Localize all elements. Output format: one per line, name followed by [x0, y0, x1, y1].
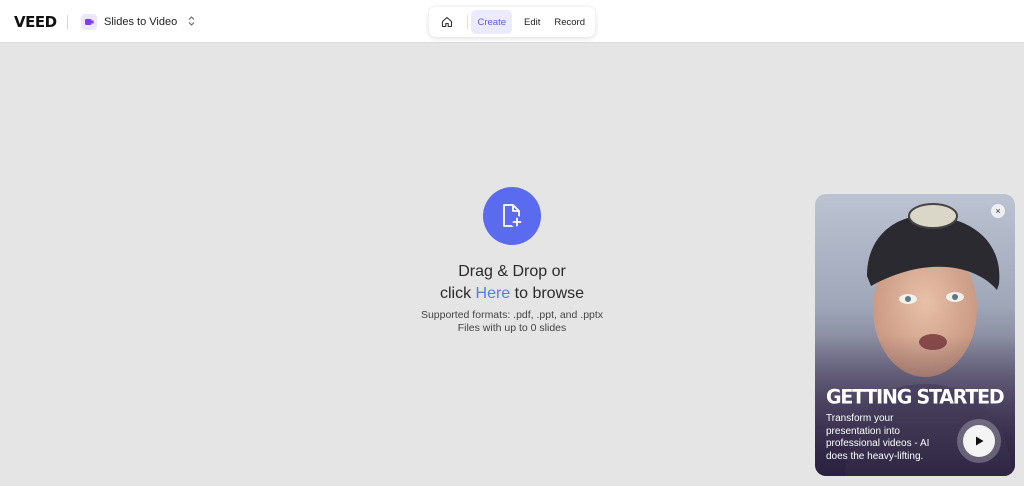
drop-prefix: click: [439, 285, 472, 302]
veed-logo[interactable]: VEED: [14, 13, 57, 31]
chevron-up-down-icon: [188, 16, 195, 28]
mode-nav: Create Edit Record: [429, 7, 595, 37]
tab-record[interactable]: Record: [548, 10, 591, 34]
file-add-icon: [503, 204, 523, 228]
drop-suffix: to browse: [514, 285, 585, 302]
play-icon: [976, 436, 984, 446]
top-bar: VEED Slides to Video Create Edit Record: [0, 0, 1024, 43]
drop-instructions: Drag & Drop or click Here to browse: [362, 261, 662, 305]
home-icon: [441, 16, 452, 28]
slides-video-icon: [81, 14, 97, 30]
close-icon[interactable]: ×: [991, 204, 1005, 218]
upload-button[interactable]: [483, 187, 541, 245]
promo-description: Transform your presentation into profess…: [826, 413, 930, 462]
promo-title: GETTING STARTED: [826, 385, 1005, 409]
header-divider: [67, 15, 68, 29]
tab-edit[interactable]: Edit: [518, 10, 546, 34]
supported-formats: Supported formats: .pdf, .ppt, and .pptx: [420, 309, 604, 321]
tab-create[interactable]: Create: [471, 10, 512, 34]
home-button[interactable]: [433, 10, 461, 34]
drop-line-2: click Here to browse: [362, 283, 662, 305]
project-switcher[interactable]: Slides to Video: [81, 12, 195, 32]
project-name: Slides to Video: [104, 16, 178, 28]
browse-here-link[interactable]: Here: [476, 285, 511, 302]
getting-started-card[interactable]: × GETTING STARTED Transform your present…: [815, 194, 1015, 476]
nav-divider: [466, 15, 468, 29]
format-info: Supported formats: .pdf, .ppt, and .pptx…: [362, 309, 662, 335]
slide-limit: Files with up to 0 slides: [457, 322, 567, 334]
drop-line-1: Drag & Drop or: [458, 263, 566, 280]
play-button[interactable]: [957, 419, 1001, 463]
